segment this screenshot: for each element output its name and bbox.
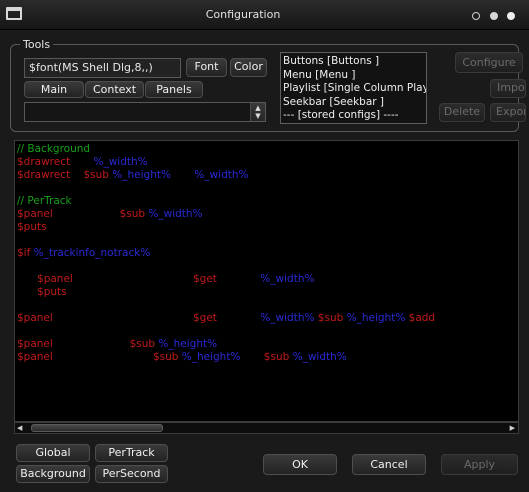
configure-button[interactable]: Configure bbox=[455, 52, 523, 73]
apply-button[interactable]: Apply bbox=[441, 454, 518, 475]
code-line[interactable]: $panel $sub %_height% $sub %_width% bbox=[17, 351, 347, 363]
code-token-func: $drawrect bbox=[17, 169, 71, 181]
code-token-func: $panel bbox=[17, 351, 53, 363]
tools-group-label: Tools bbox=[20, 38, 54, 51]
font-button[interactable]: Font bbox=[186, 58, 227, 77]
list-item[interactable]: Menu [Menu ] bbox=[283, 69, 424, 83]
code-line[interactable]: $drawrect $sub %_height% %_width% bbox=[17, 169, 248, 181]
code-line[interactable]: // Background bbox=[17, 143, 90, 155]
tab-panels[interactable]: Panels bbox=[145, 81, 203, 98]
code-line[interactable]: $if %_trackinfo_notrack% bbox=[17, 247, 150, 259]
code-token-func: $panel bbox=[17, 273, 73, 285]
delete-button[interactable]: Delete bbox=[439, 103, 485, 122]
list-item[interactable]: Buttons [Buttons ] bbox=[283, 55, 424, 69]
code-line[interactable]: // PerTrack bbox=[17, 195, 72, 207]
code-token-func: $get bbox=[52, 312, 217, 324]
code-token-func: $if bbox=[17, 247, 31, 259]
export-button[interactable]: Expor bbox=[490, 103, 526, 122]
code-token-func: $sub bbox=[52, 351, 179, 363]
code-token-var: %_width% bbox=[145, 208, 203, 220]
code-editor[interactable]: // Background $drawrect %_width% $drawrect… bbox=[14, 140, 519, 422]
list-item[interactable]: Playlist [Single Column Playlist bbox=[283, 82, 426, 96]
tab-global[interactable]: Global bbox=[16, 444, 90, 462]
scroll-left-icon[interactable]: ◀ bbox=[17, 424, 22, 433]
code-token-func: $sub bbox=[52, 208, 146, 220]
code-token-func: $get bbox=[72, 273, 217, 285]
code-line[interactable]: $panel $sub %_height% bbox=[17, 338, 217, 350]
tab-background[interactable]: Background bbox=[16, 465, 90, 483]
close-icon[interactable] bbox=[507, 12, 515, 20]
list-item[interactable]: Seekbar [Seekbar ] bbox=[283, 96, 424, 110]
code-token-func: $panel bbox=[17, 338, 53, 350]
list-item[interactable]: --- [stored configs] ---- bbox=[283, 109, 424, 123]
code-token-var: %_width% bbox=[289, 351, 347, 363]
code-token-var: %_width% bbox=[216, 273, 315, 285]
code-token-comment: // Background bbox=[17, 143, 91, 155]
code-token-var: %_width% bbox=[216, 312, 315, 324]
code-token-var: %_width% bbox=[70, 156, 148, 168]
tab-pertrack[interactable]: PerTrack bbox=[95, 444, 168, 462]
tab-context[interactable]: Context bbox=[85, 81, 144, 98]
code-token-func: $sub bbox=[240, 351, 290, 363]
code-token-func: $panel bbox=[17, 312, 53, 324]
code-line[interactable]: $panel $get %_width% bbox=[17, 273, 314, 285]
code-token-func: $add bbox=[405, 312, 436, 324]
tab-main[interactable]: Main bbox=[24, 81, 84, 98]
horizontal-scrollbar[interactable]: ◀ ▶ bbox=[14, 422, 519, 434]
code-line[interactable]: $puts bbox=[17, 221, 47, 233]
code-token-var: %_trackinfo_notrack% bbox=[30, 247, 151, 259]
window-title: Configuration bbox=[205, 8, 281, 21]
minimize-icon[interactable] bbox=[472, 12, 480, 20]
combo-spin-icon[interactable]: ▲ ▼ bbox=[250, 103, 265, 121]
ok-button[interactable]: OK bbox=[263, 454, 337, 475]
code-token-func: $sub bbox=[314, 312, 344, 324]
color-button[interactable]: Color bbox=[230, 58, 267, 77]
code-token-func: $sub bbox=[52, 338, 156, 350]
code-line[interactable]: $drawrect %_width% bbox=[17, 156, 148, 168]
code-line[interactable]: $panel $get %_width% $sub %_height% $add bbox=[17, 312, 435, 324]
code-token-func: $sub bbox=[70, 169, 109, 181]
code-token-func: $puts bbox=[17, 221, 47, 233]
tools-combo[interactable] bbox=[24, 102, 266, 122]
font-input[interactable]: $font(MS Shell Dlg,8,,) bbox=[24, 58, 181, 78]
cancel-button[interactable]: Cancel bbox=[352, 454, 426, 475]
code-token-func: $panel bbox=[17, 208, 53, 220]
code-token-var: %_height% bbox=[155, 338, 218, 350]
tab-persecond[interactable]: PerSecond bbox=[95, 465, 168, 483]
code-token-var: %_height% bbox=[108, 169, 171, 181]
code-token-var: %_height% bbox=[343, 312, 406, 324]
code-token-var: %_height% bbox=[178, 351, 241, 363]
config-listbox[interactable]: Buttons [Buttons ] Menu [Menu ] Playlist… bbox=[280, 52, 427, 124]
code-line[interactable]: $puts bbox=[17, 286, 67, 298]
scroll-right-icon[interactable]: ▶ bbox=[510, 424, 515, 433]
maximize-icon[interactable] bbox=[490, 12, 498, 20]
scrollbar-thumb[interactable] bbox=[31, 424, 163, 432]
code-token-func: $drawrect bbox=[17, 156, 71, 168]
code-token-comment: // PerTrack bbox=[17, 195, 72, 207]
code-line[interactable]: $panel $sub %_width% bbox=[17, 208, 203, 220]
import-button[interactable]: Impor bbox=[490, 79, 526, 98]
code-token-func: $puts bbox=[17, 286, 67, 298]
code-token-var: %_width% bbox=[170, 169, 249, 181]
